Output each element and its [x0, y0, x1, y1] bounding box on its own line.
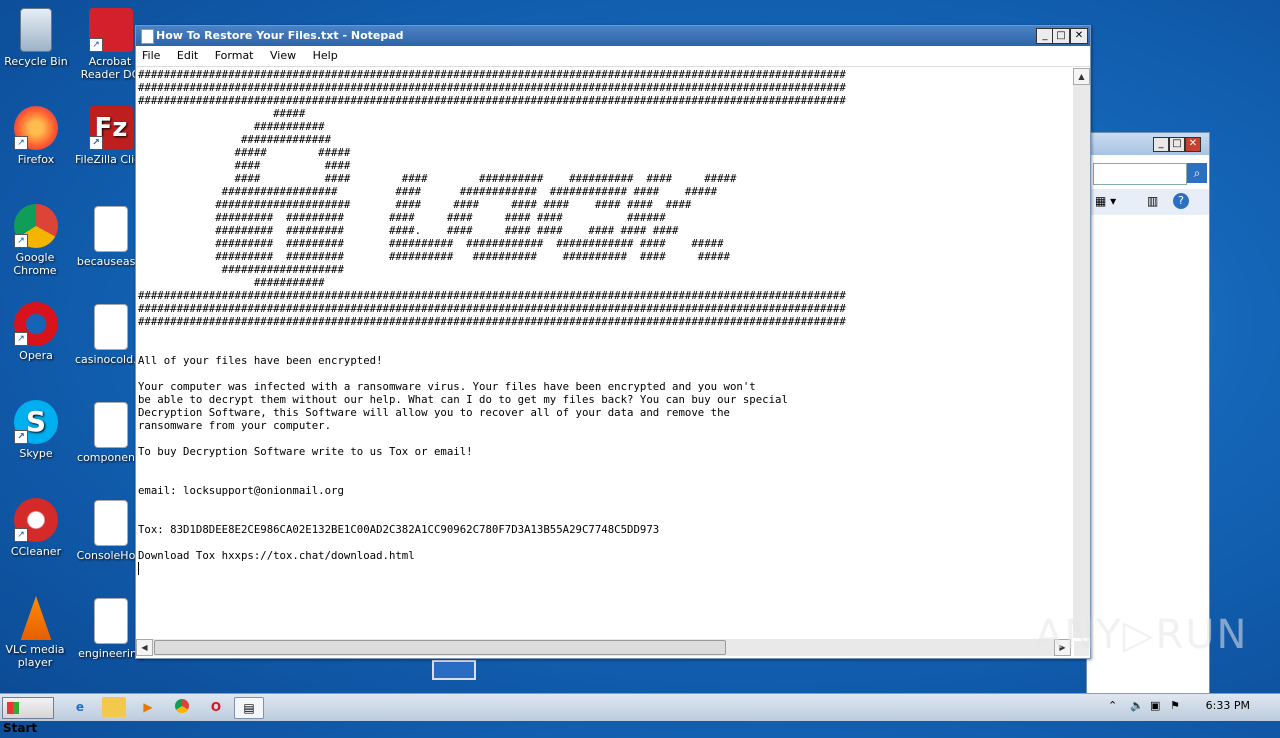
opera-icon[interactable]: O: [204, 697, 228, 717]
text-editor-area[interactable]: ########################################…: [138, 68, 1072, 638]
desktop-icon-opera[interactable]: ↗ Opera: [0, 302, 72, 362]
explorer-titlebar: _ □ ✕: [1087, 133, 1209, 155]
desktop-icon-chrome[interactable]: ↗ Google Chrome: [0, 204, 72, 277]
opera-icon: ↗: [14, 302, 58, 346]
start-label: Start: [3, 721, 38, 735]
window-title: How To Restore Your Files.txt - Notepad: [156, 29, 404, 42]
view-options-icon[interactable]: ▦ ▾: [1095, 194, 1116, 208]
system-tray: ⌃ 🔈 ▣ ⚑ 6:33 PM: [1100, 694, 1280, 721]
explorer-close-button[interactable]: ✕: [1185, 137, 1201, 152]
menu-help[interactable]: Help: [307, 46, 345, 62]
file-icon: [94, 402, 128, 448]
help-icon[interactable]: ?: [1173, 193, 1189, 209]
start-button[interactable]: Start: [2, 697, 54, 735]
menu-bar: File Edit Format View Help: [136, 46, 1090, 67]
network-icon[interactable]: ▣: [1150, 699, 1160, 712]
scroll-left-icon[interactable]: ◀: [136, 639, 153, 656]
acrobat-icon: ↗: [89, 8, 133, 52]
media-player-icon[interactable]: ▶: [136, 697, 160, 717]
desktop-icon-recycle-bin[interactable]: Recycle Bin: [0, 8, 72, 68]
watermark: ANY▷RUN: [1035, 612, 1249, 658]
windows-logo-icon: [7, 702, 19, 714]
chrome-icon: ↗: [14, 204, 58, 248]
recycle-bin-icon: [20, 8, 52, 52]
file-icon: [94, 304, 128, 350]
menu-edit[interactable]: Edit: [171, 46, 205, 62]
horizontal-scrollbar[interactable]: ◀ ▶: [136, 639, 1071, 656]
desktop-icon-firefox[interactable]: ↗ Firefox: [0, 106, 72, 166]
menu-file[interactable]: File: [136, 46, 167, 62]
taskbar: Start e ▶ O ▤ ⌃ 🔈 ▣ ⚑ 6:33 PM: [0, 693, 1280, 735]
file-icon: [94, 206, 128, 252]
desktop-icon-vlc[interactable]: VLC media player: [0, 596, 72, 669]
speaker-icon[interactable]: 🔈: [1130, 699, 1144, 712]
explorer-icon[interactable]: [102, 697, 126, 717]
close-button[interactable]: ✕: [1070, 28, 1088, 44]
scroll-up-icon[interactable]: ▲: [1073, 68, 1090, 85]
chrome-icon[interactable]: [170, 697, 194, 717]
notepad-icon: [141, 29, 154, 44]
explorer-maximize-button[interactable]: □: [1169, 137, 1185, 152]
flag-icon[interactable]: ⚑: [1170, 699, 1180, 712]
file-icon: [94, 500, 128, 546]
maximize-button[interactable]: □: [1052, 28, 1070, 44]
explorer-toolbar: ▦ ▾ ▥ ?: [1087, 189, 1209, 215]
horizontal-scroll-thumb[interactable]: [154, 640, 726, 655]
explorer-minimize-button[interactable]: _: [1153, 137, 1169, 152]
firefox-icon: ↗: [14, 106, 58, 150]
preview-pane-icon[interactable]: ▥: [1147, 194, 1158, 208]
notepad-titlebar[interactable]: How To Restore Your Files.txt - Notepad …: [136, 26, 1090, 46]
skype-icon: S ↗: [14, 400, 58, 444]
notepad-window[interactable]: How To Restore Your Files.txt - Notepad …: [135, 25, 1091, 659]
file-icon: [94, 598, 128, 644]
ransom-note-text[interactable]: ########################################…: [138, 68, 1072, 575]
desktop-icon-ccleaner[interactable]: ↗ CCleaner: [0, 498, 72, 558]
ccleaner-icon: ↗: [14, 498, 58, 542]
search-icon[interactable]: ⌕: [1187, 163, 1207, 183]
background-explorer-window[interactable]: _ □ ✕ ⌕ ▦ ▾ ▥ ?: [1086, 132, 1210, 694]
text-caret: [138, 562, 139, 575]
ie-icon[interactable]: e: [68, 697, 92, 717]
explorer-search-input[interactable]: [1093, 163, 1187, 185]
notepad-icon[interactable]: ▤: [234, 697, 264, 719]
menu-view[interactable]: View: [264, 46, 303, 62]
menu-format[interactable]: Format: [209, 46, 261, 62]
vlc-icon: [20, 596, 52, 640]
filezilla-icon: Fz ↗: [89, 106, 133, 150]
monitor-icon: [432, 660, 476, 680]
clock[interactable]: 6:33 PM: [1206, 699, 1250, 712]
desktop-icon-skype[interactable]: S ↗ Skype: [0, 400, 72, 460]
vertical-scrollbar[interactable]: ▲: [1073, 68, 1090, 638]
show-hidden-icons-icon[interactable]: ⌃: [1108, 699, 1117, 712]
